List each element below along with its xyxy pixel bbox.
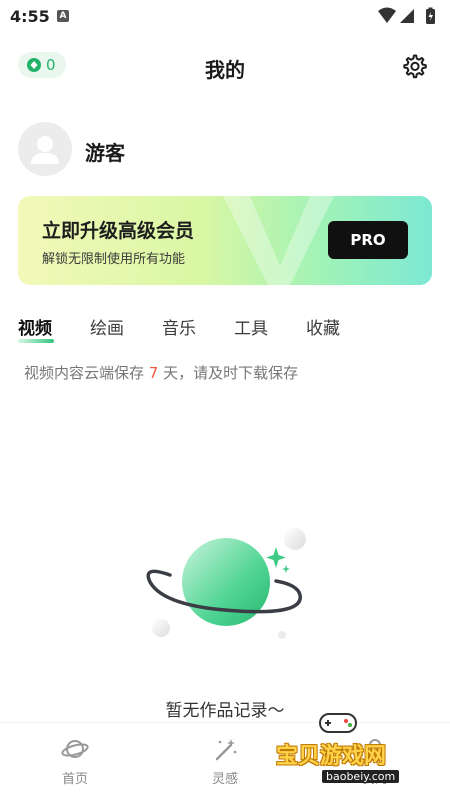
notice-prefix: 视频内容云端保存	[24, 364, 149, 382]
status-icons	[378, 7, 435, 24]
storage-notice: 视频内容云端保存 7 天，请及时下载保存	[24, 362, 298, 383]
settings-gear-icon[interactable]	[401, 53, 427, 79]
empty-planet-illustration	[146, 528, 306, 639]
status-bar: 4:55 A	[0, 0, 450, 32]
active-tab-indicator	[18, 339, 54, 343]
tab-video[interactable]: 视频	[18, 314, 52, 339]
tab-painting[interactable]: 绘画	[90, 314, 124, 339]
pro-button[interactable]: PRO	[328, 221, 408, 259]
gamepad-icon	[319, 713, 357, 733]
nav-item-home[interactable]: 首页	[25, 723, 125, 801]
magic-wand-icon	[215, 739, 237, 761]
signal-icon	[400, 9, 414, 23]
pro-banner-subtitle: 解锁无限制使用所有功能	[42, 252, 186, 267]
tab-music[interactable]: 音乐	[162, 314, 196, 339]
pro-banner-title: 立即升级高级会员	[42, 220, 195, 242]
username[interactable]: 游客	[85, 137, 125, 166]
wifi-icon	[378, 7, 396, 23]
tab-tools[interactable]: 工具	[234, 314, 268, 339]
notice-days: 7	[148, 364, 159, 382]
avatar[interactable]	[18, 122, 72, 176]
nav-item-inspiration[interactable]: 灵感	[175, 723, 275, 801]
watermark-logo: 宝贝游戏网 baobeiy.com	[270, 708, 440, 794]
status-time: 4:55	[10, 7, 50, 26]
notification-icon: A	[57, 10, 69, 22]
watermark-url: baobeiy.com	[322, 770, 400, 783]
planet-icon	[61, 740, 89, 758]
watermark-text: 宝贝游戏网	[276, 744, 387, 769]
nav-label-home: 首页	[61, 772, 88, 787]
tab-favorites[interactable]: 收藏	[306, 314, 340, 339]
nav-label-inspiration: 灵感	[211, 772, 238, 787]
notice-suffix: 天，请及时下载保存	[158, 364, 299, 382]
page-title: 我的	[205, 58, 245, 82]
user-silhouette-icon	[31, 136, 59, 164]
pro-upgrade-banner[interactable]: 立即升级高级会员 解锁无限制使用所有功能 PRO	[18, 196, 432, 285]
